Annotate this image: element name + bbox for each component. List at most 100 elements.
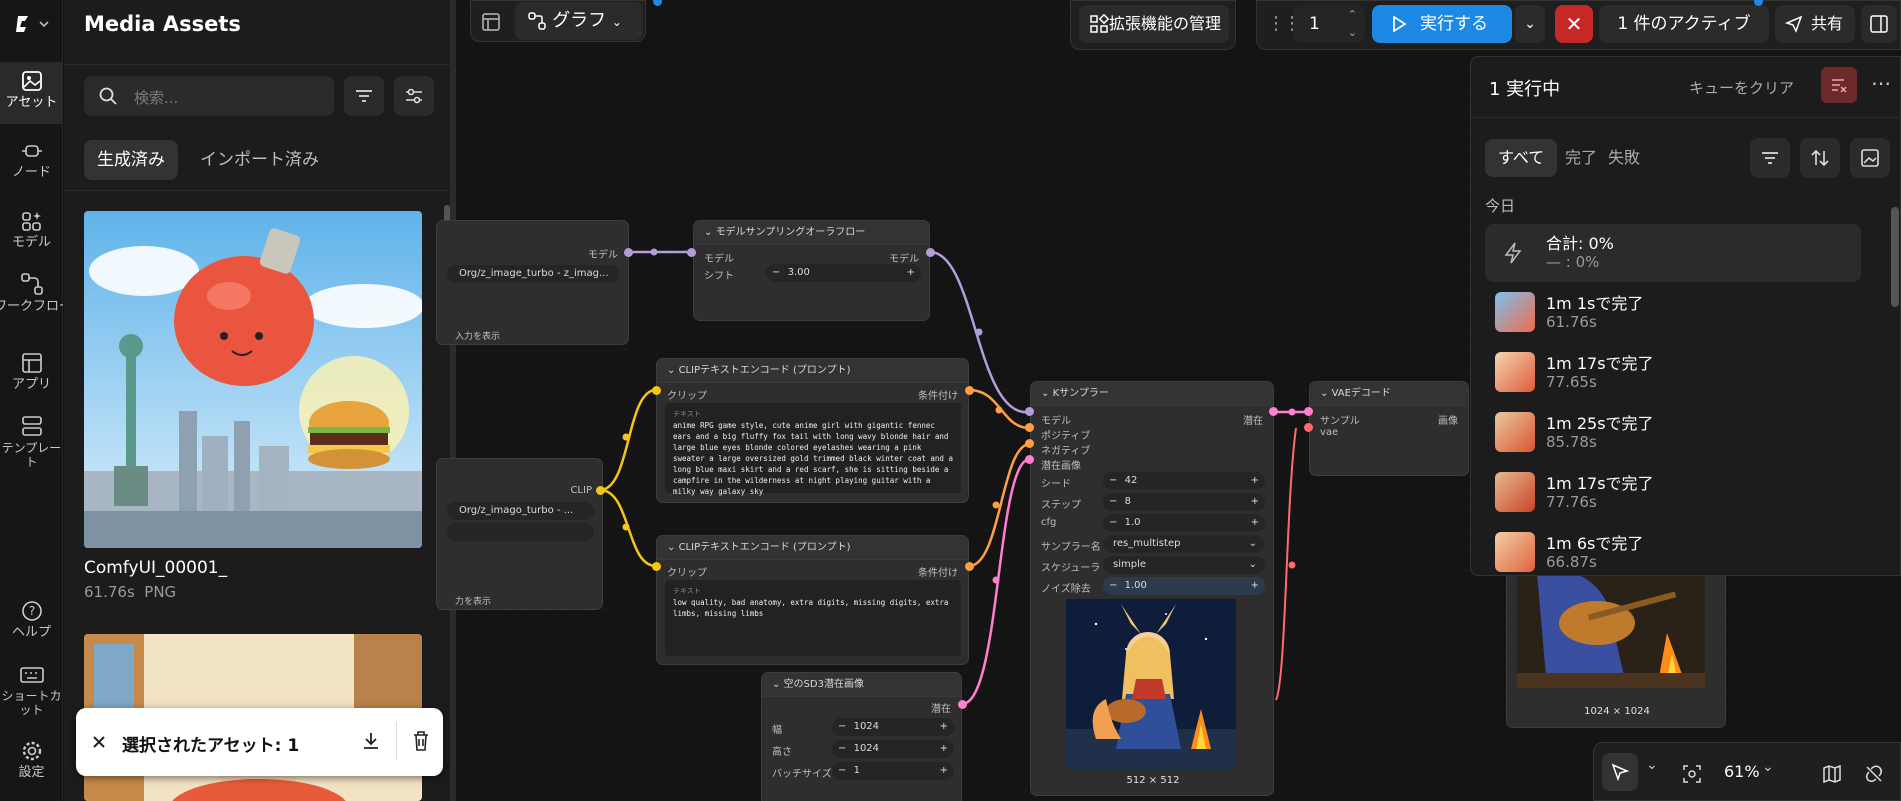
graph-mode-button[interactable]: グラフ ⌄ (515, 2, 643, 40)
map-icon[interactable] (1822, 764, 1842, 784)
queue-item[interactable]: 1m 17sで完了 77.76s (1485, 464, 1861, 522)
node-clip-text-encode-negative[interactable]: ⌄ CLIPテキストエンコード (プロンプト) クリップ 条件付け テキスト l… (656, 535, 969, 665)
fit-view-icon[interactable] (1682, 764, 1702, 784)
denoise-stepper[interactable]: − 1.00 + (1103, 577, 1265, 595)
cancel-run-button[interactable]: ✕ (1555, 5, 1593, 43)
output-slot[interactable] (965, 562, 974, 571)
share-button[interactable]: 共有 (1775, 5, 1855, 43)
queue-scrollbar[interactable] (1891, 207, 1899, 307)
rail-models[interactable]: モデル (0, 210, 63, 266)
trash-icon[interactable] (411, 730, 431, 752)
prompt-textarea[interactable]: テキスト anime RPG game style, cute anime gi… (665, 403, 961, 496)
run-options-dropdown[interactable]: ⌄ (1515, 5, 1545, 43)
node-clip-loader[interactable]: CLIP Org/z_imago_turbo - ... 力を表示 (436, 458, 603, 610)
rail-settings[interactable]: 設定 (0, 740, 63, 792)
sampler-select[interactable]: res_multistep ⌄ (1103, 535, 1265, 553)
input-slot[interactable] (1025, 407, 1034, 416)
chevron-down-icon[interactable]: ⌄ (1762, 759, 1774, 775)
play-icon (1393, 15, 1407, 33)
input-slot[interactable] (1025, 439, 1034, 448)
seed-stepper[interactable]: − 42 + (1103, 472, 1265, 490)
filter-all[interactable]: すべて (1485, 139, 1558, 177)
node-empty-sd3-latent[interactable]: ⌄ 空のSD3潜在画像 潜在 幅 − 1024 + 高さ − 1024 + バッチサ… (761, 672, 962, 801)
queue-item[interactable]: 1m 17sで完了 77.65s (1485, 344, 1861, 402)
clip-select[interactable]: Org/z_imago_turbo - ... (447, 502, 594, 520)
queue-item[interactable]: 1m 25sで完了 85.78s (1485, 404, 1861, 462)
zoom-level[interactable]: 61% (1724, 762, 1760, 781)
close-icon[interactable] (91, 734, 107, 750)
input-slot[interactable] (1025, 455, 1034, 464)
prompt-textarea[interactable]: テキスト low quality, bad anatomy, extra dig… (665, 580, 961, 656)
rail-templates[interactable]: テンプレート (0, 415, 63, 477)
height-stepper[interactable]: − 1024 + (832, 740, 954, 758)
tab-generated[interactable]: 生成済み (84, 140, 178, 180)
queue-item-title: 1m 17sで完了 (1546, 354, 1654, 373)
rail-workflows[interactable]: ワークフロー (0, 272, 63, 330)
download-icon[interactable] (361, 731, 381, 751)
link-off-icon[interactable] (1864, 764, 1884, 784)
node-ksampler[interactable]: ⌄ Kサンプラー モデル ポジティブ ネガティブ 潜在画像 潜在 シード − 4… (1030, 381, 1274, 796)
queue-thumbnail (1495, 532, 1535, 572)
settings-filter-button[interactable] (394, 76, 434, 116)
input-slot[interactable] (1304, 423, 1313, 432)
rail-assets[interactable]: アセット (0, 62, 63, 124)
more-options-icon[interactable]: ⋯ (1871, 71, 1891, 95)
select-tool-button[interactable] (1602, 753, 1638, 791)
queue-thumbnail (1495, 412, 1535, 452)
sort-button[interactable] (344, 76, 384, 116)
batch-size-stepper[interactable]: − 1 + (832, 762, 954, 780)
clear-queue-icon-button[interactable] (1821, 67, 1857, 103)
template-icon (21, 416, 42, 436)
queue-gallery-button[interactable] (1850, 138, 1890, 178)
input-slot[interactable] (652, 386, 661, 395)
cfg-stepper[interactable]: − 1.0 + (1103, 514, 1265, 532)
divider (1471, 117, 1901, 118)
rail-help[interactable]: ? ヘルプ (0, 600, 63, 652)
width-stepper[interactable]: − 1024 + (832, 718, 954, 736)
tab-imported[interactable]: インポート済み (187, 140, 332, 180)
sidebar-toggle-button[interactable] (1861, 5, 1897, 43)
clear-queue-button[interactable]: キューをクリア (1689, 77, 1794, 98)
rail-apps[interactable]: アプリ (0, 352, 63, 406)
chevron-down-icon[interactable]: ⌄ (1646, 757, 1658, 773)
panel-toggle-icon[interactable] (481, 12, 501, 32)
total-sub: — : 0% (1546, 253, 1600, 271)
active-jobs-button[interactable]: 1 件のアクティブ (1599, 5, 1769, 43)
filter-failed[interactable]: 失敗 (1595, 139, 1653, 177)
input-slot[interactable] (652, 562, 661, 571)
run-button[interactable]: 実行する (1372, 5, 1512, 43)
app-root: アセット ノード モデル ワークフロー アプリ テンプレート ? ヘルプ ショー (0, 0, 1901, 801)
queue-sort-button[interactable] (1800, 138, 1840, 178)
output-slot[interactable] (958, 700, 967, 709)
input-slot[interactable] (687, 248, 696, 257)
comfy-logo-icon[interactable] (14, 12, 50, 36)
input-slot[interactable] (1025, 423, 1034, 432)
queue-filter-button[interactable] (1750, 138, 1790, 178)
output-slot[interactable] (596, 486, 605, 495)
node-clip-text-encode-positive[interactable]: ⌄ CLIPテキストエンコード (プロンプト) クリップ 条件付け テキスト a… (656, 358, 969, 503)
asset-thumbnail[interactable] (84, 211, 422, 548)
node-model-sampling-auraflow[interactable]: ⌄ モデルサンプリングオーラフロー モデル モデル シフト − 3.00 + (693, 220, 930, 321)
rail-nodes[interactable]: ノード (0, 140, 63, 196)
queue-item[interactable]: 1m 6sで完了 66.87s (1485, 524, 1861, 582)
output-slot[interactable] (1269, 407, 1278, 416)
rail-shortcuts[interactable]: ショートカット (0, 665, 63, 727)
run-count-stepper[interactable]: 1 ⌃ ⌄ (1293, 5, 1365, 43)
show-input-label[interactable]: 入力を表示 (455, 329, 500, 342)
input-slot[interactable] (1304, 407, 1313, 416)
steps-stepper[interactable]: − 8 + (1103, 493, 1265, 511)
manage-extensions-button[interactable]: 拡張機能の管理 (1079, 5, 1229, 43)
shift-stepper[interactable]: − 3.00 + (766, 264, 921, 282)
queue-item[interactable]: 1m 1sで完了 61.76s (1485, 284, 1861, 342)
node-vae-decode[interactable]: ⌄ VAEデコード サンプル vae 画像 (1309, 381, 1469, 476)
output-slot[interactable] (965, 386, 974, 395)
node-save-image[interactable]: 1024 × 1024 (1506, 560, 1726, 728)
output-slot[interactable] (926, 248, 935, 257)
node-model-loader[interactable]: モデル Org/z_image_turbo - z_imag... 入力を表示 (436, 220, 629, 345)
search-input[interactable]: 検索... (84, 76, 334, 116)
model-select[interactable]: Org/z_image_turbo - z_imag... (447, 265, 619, 283)
output-slot[interactable] (624, 248, 633, 257)
show-input-label[interactable]: 力を表示 (455, 594, 491, 607)
clip-type-select[interactable] (447, 523, 594, 541)
scheduler-select[interactable]: simple ⌄ (1103, 556, 1265, 574)
